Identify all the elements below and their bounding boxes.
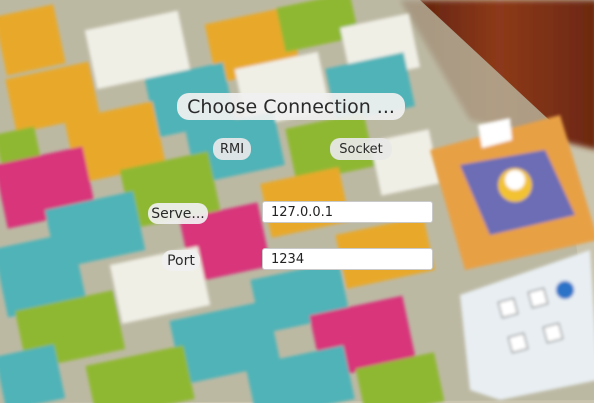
server-label: Serve... xyxy=(148,203,208,224)
dialog-title: Choose Connection ... xyxy=(177,93,405,120)
window-edge xyxy=(594,0,598,403)
socket-option-button[interactable]: Socket xyxy=(330,138,392,160)
rmi-option-button[interactable]: RMI xyxy=(213,138,251,160)
port-label: Port xyxy=(162,250,200,271)
port-input[interactable] xyxy=(262,248,433,270)
server-address-input[interactable] xyxy=(262,201,433,223)
